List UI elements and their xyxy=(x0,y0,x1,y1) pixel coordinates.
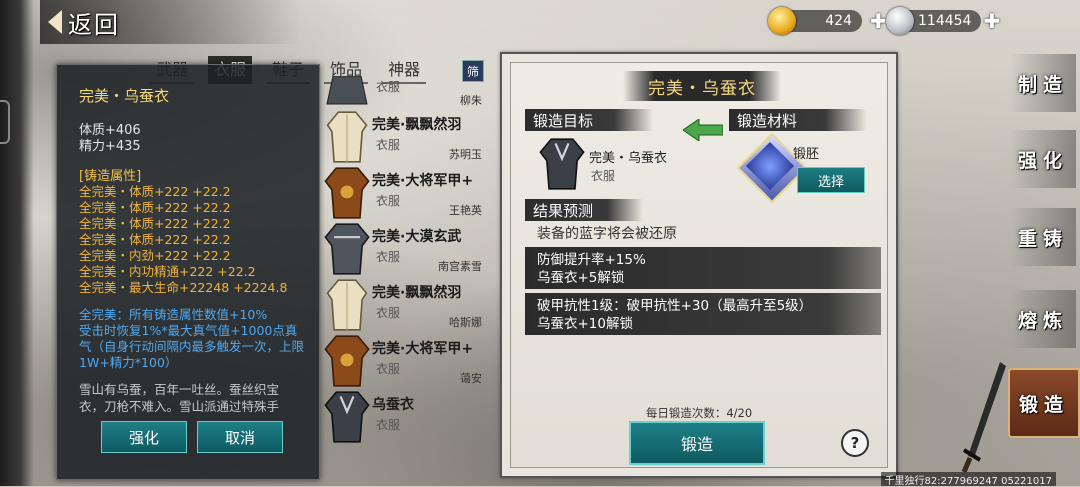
item-owner: 苏明玉 xyxy=(449,148,482,161)
back-label: 返回 xyxy=(68,10,120,39)
list-item[interactable]: 完美·大漠玄武 衣服 南宫素雪 xyxy=(318,222,494,278)
item-owner: 王艳英 xyxy=(449,204,482,217)
add-silver-icon[interactable]: ✚ xyxy=(983,9,1000,33)
item-owner: 柳朱 xyxy=(460,94,482,107)
silver-currency: 114454 ✚ xyxy=(886,7,1000,35)
predict-label: 结果预测 xyxy=(525,199,643,221)
enhance-button[interactable]: 强化 xyxy=(101,421,187,453)
list-item[interactable]: 完美·大将军甲+ 衣服 王艳英 xyxy=(318,166,494,222)
item-name: 乌蚕衣 xyxy=(372,397,414,413)
bonus-row: 防御提升率+15% 乌蚕衣+5解锁 xyxy=(525,247,881,289)
menu-craft[interactable]: 制造 xyxy=(1010,54,1076,112)
target-label: 锻造目标 xyxy=(525,109,653,131)
item-type: 衣服 xyxy=(376,418,401,432)
gold-armor-icon xyxy=(324,167,370,219)
back-arrow-icon xyxy=(48,10,62,34)
forge-attr: 全完美・最大生命+22248 +2224.8 xyxy=(79,280,288,295)
item-name: 完美·飘飘然羽 xyxy=(372,285,462,301)
gold-currency: 424 ✚ xyxy=(768,7,887,35)
item-type: 衣服 xyxy=(376,250,401,264)
silk-robe-icon xyxy=(324,391,370,443)
target-item-name: 完美・乌蚕衣 xyxy=(589,151,668,166)
forge-side-menu: 制造 强化 重铸 熔炼 锻造 xyxy=(1008,50,1080,486)
white-robe-icon xyxy=(326,111,368,163)
list-item[interactable]: 完美·大将军甲+ 衣服 蔼安 xyxy=(318,334,494,390)
list-item[interactable]: 完美·飘飘然羽 衣服 哈斯娜 xyxy=(318,278,494,334)
item-name: 完美·飘飘然羽 xyxy=(372,117,462,133)
silver-ingot-icon xyxy=(886,7,914,35)
detail-title: 完美・乌蚕衣 xyxy=(79,87,170,105)
armor-robe-icon xyxy=(326,76,368,105)
detail-stat: 精力+435 xyxy=(79,139,141,154)
item-detail-tooltip: 完美・乌蚕衣 体质+406 精力+435 [铸造属性] 全完美・体质+222 +… xyxy=(56,64,320,480)
back-button[interactable]: 返回 xyxy=(48,6,120,39)
bonus-row: 破甲抗性1级：破甲抗性+30（最高升至5级） 乌蚕衣+10解锁 xyxy=(525,293,881,335)
item-owner: 南宫素雪 xyxy=(438,260,482,273)
cancel-button[interactable]: 取消 xyxy=(197,421,283,453)
bonus-effect: 破甲抗性1级：破甲抗性+30（最高升至5级） xyxy=(537,298,813,314)
bonus-unlock: 乌蚕衣+5解锁 xyxy=(537,270,625,286)
player-id-footer: 千里独行82:277969247 05221017 xyxy=(880,472,1056,487)
item-type: 衣服 xyxy=(376,194,401,208)
green-arrow-icon xyxy=(683,119,723,141)
list-item-selected[interactable]: 乌蚕衣 衣服 xyxy=(318,390,494,446)
material-name: 锻胚 xyxy=(793,147,820,162)
gold-ingot-icon xyxy=(768,7,796,35)
gold-armor-icon xyxy=(324,335,370,387)
item-type: 衣服 xyxy=(376,80,401,94)
forge-title: 完美・乌蚕衣 xyxy=(623,71,781,101)
side-notch xyxy=(0,100,10,144)
bonus-effect: 防御提升率+15% xyxy=(537,252,646,268)
forge-panel: 完美・乌蚕衣 锻造目标 锻造材料 完美・乌蚕衣 衣服 锻胚 选择 结果预测 装备… xyxy=(500,52,898,478)
white-robe-icon xyxy=(326,279,368,331)
select-material-button[interactable]: 选择 xyxy=(797,167,865,193)
menu-forge[interactable]: 锻造 xyxy=(1008,368,1080,438)
target-item-type: 衣服 xyxy=(591,169,616,183)
dark-armor-icon xyxy=(324,223,370,275)
item-type: 衣服 xyxy=(376,138,401,152)
forge-button[interactable]: 锻造 xyxy=(629,421,765,465)
item-owner: 哈斯娜 xyxy=(449,316,482,329)
list-item[interactable]: 完美·飘飘然羽 衣服 苏明玉 xyxy=(318,110,494,166)
item-type: 衣服 xyxy=(376,306,401,320)
help-icon[interactable]: ? xyxy=(841,429,869,457)
set-bonus-text: 全完美：所有铸造属性数值+10% 受击时恢复1%*最大真气值+1000点真气（自… xyxy=(79,307,305,370)
bonus-unlock: 乌蚕衣+10解锁 xyxy=(537,316,633,332)
item-name: 完美·大漠玄武 xyxy=(372,229,462,245)
menu-smelt[interactable]: 熔炼 xyxy=(1010,290,1076,348)
daily-forge-count: 每日锻造次数：4/20 xyxy=(645,406,753,420)
add-gold-icon[interactable]: ✚ xyxy=(870,9,887,33)
menu-recast[interactable]: 重铸 xyxy=(1010,208,1076,266)
filter-button[interactable]: 筛 xyxy=(462,60,484,82)
forge-panel-inner: 完美・乌蚕衣 锻造目标 锻造材料 完美・乌蚕衣 衣服 锻胚 选择 结果预测 装备… xyxy=(510,62,888,468)
item-name: 完美·大将军甲+ xyxy=(372,341,474,357)
silk-robe-icon xyxy=(539,138,585,190)
menu-enhance[interactable]: 强化 xyxy=(1010,130,1076,188)
item-description: 雪山有乌蚕，百年一吐丝。蚕丝织宝衣，刀枪不难入。雪山派通过特殊手 xyxy=(79,382,280,414)
item-name: 完美·大将军甲+ xyxy=(372,173,474,189)
screen-bezel xyxy=(0,0,34,486)
sword-icon xyxy=(961,362,1006,472)
predict-text: 装备的蓝字将会被还原 xyxy=(537,226,677,242)
item-type: 衣服 xyxy=(376,362,401,376)
material-label: 锻造材料 xyxy=(729,109,867,131)
item-owner: 蔼安 xyxy=(460,372,482,385)
